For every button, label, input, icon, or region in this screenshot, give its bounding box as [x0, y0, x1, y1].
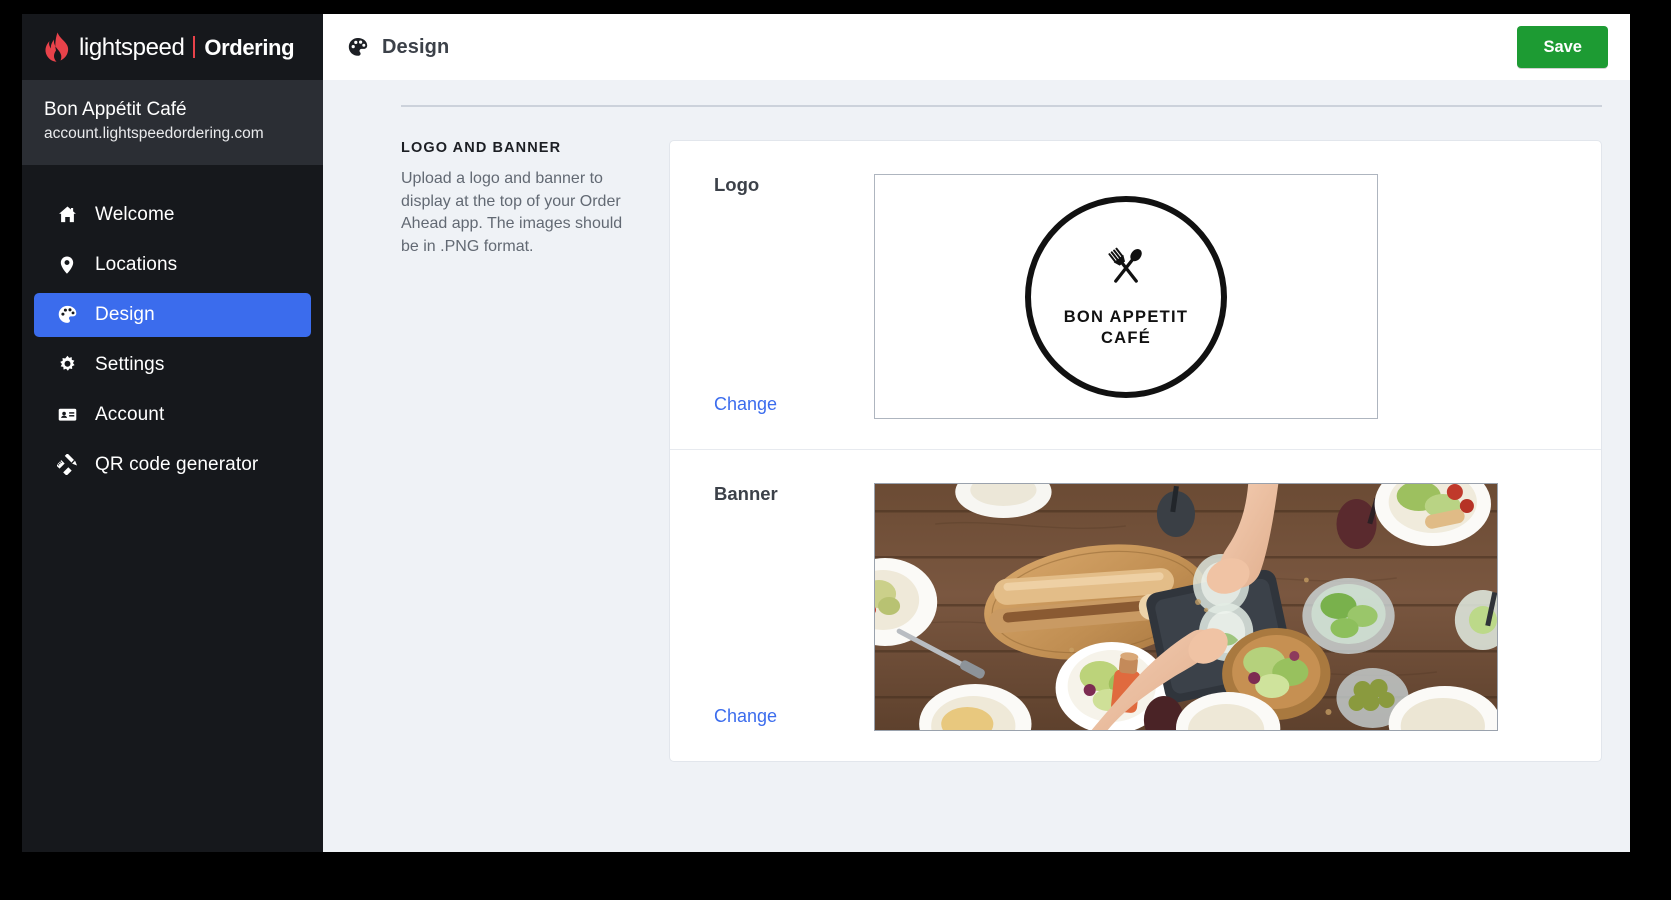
page-title: Design — [382, 35, 450, 58]
map-pin-icon — [56, 254, 78, 276]
logo-text-line-1: BON APPETIT — [1063, 308, 1189, 327]
account-name: Bon Appétit Café — [44, 99, 187, 120]
banner-preview-box[interactable] — [874, 483, 1498, 731]
sidebar-item-account[interactable]: Account — [34, 393, 311, 437]
sidebar-item-qr-code-generator[interactable]: QR code generator — [34, 443, 311, 487]
sidebar-item-label: QR code generator — [95, 453, 259, 475]
palette-icon — [347, 36, 369, 58]
brand-divider — [193, 35, 196, 58]
sidebar-item-locations[interactable]: Locations — [34, 243, 311, 287]
banner-label: Banner — [714, 483, 778, 504]
sidebar-nav: Welcome Locations Design Settings Accoun… — [22, 165, 323, 852]
banner-preview-wrap — [874, 483, 1557, 731]
brand-product: Ordering — [204, 34, 295, 60]
banner-row: Banner Change — [670, 449, 1601, 761]
lightspeed-flame-icon — [44, 32, 70, 62]
ruler-pencil-icon — [56, 454, 78, 476]
change-banner-link[interactable]: Change — [714, 706, 874, 727]
account-block: Bon Appétit Café account.lightspeedorder… — [22, 80, 323, 165]
banner-photo — [875, 484, 1497, 730]
palette-icon — [56, 304, 78, 326]
logo-and-banner-section: LOGO AND BANNER Upload a logo and banner… — [323, 107, 1630, 762]
banner-row-left: Banner Change — [714, 483, 874, 731]
brand-name: lightspeed — [79, 33, 185, 61]
content-scroll-area: LOGO AND BANNER Upload a logo and banner… — [323, 80, 1630, 852]
page-title-group: Design — [347, 36, 449, 59]
save-button[interactable]: Save — [1517, 26, 1608, 68]
main-area: Design Save LOGO AND BANNER Upload a log… — [323, 14, 1630, 852]
sidebar-item-label: Design — [95, 303, 155, 325]
crossed-spoon-fork-icon — [1097, 244, 1155, 297]
section-kicker: LOGO AND BANNER — [401, 140, 562, 156]
logo-image: BON APPETIT CAFÉ — [1025, 195, 1227, 398]
logo-preview-box[interactable]: BON APPETIT CAFÉ — [874, 174, 1378, 419]
gear-icon — [56, 354, 78, 376]
app-window: lightspeed Ordering Bon Appétit Café acc… — [22, 14, 1630, 852]
logo-row: Logo Change BON APPETIT CAFÉ — [670, 141, 1601, 449]
sidebar-item-welcome[interactable]: Welcome — [34, 193, 311, 237]
sidebar-item-label: Welcome — [95, 203, 175, 225]
home-icon — [56, 204, 78, 226]
logo-preview-wrap: BON APPETIT CAFÉ — [874, 174, 1557, 419]
sidebar-item-label: Locations — [95, 253, 178, 275]
logo-text-line-2: CAFÉ — [1100, 329, 1152, 347]
section-description: Upload a logo and banner to display at t… — [401, 170, 623, 256]
sidebar: lightspeed Ordering Bon Appétit Café acc… — [22, 14, 323, 852]
brand-text: lightspeed Ordering — [79, 33, 295, 62]
logo-row-left: Logo Change — [714, 174, 874, 419]
logo-label: Logo — [714, 174, 760, 195]
id-card-icon — [56, 404, 78, 426]
account-domain: account.lightspeedordering.com — [44, 124, 264, 142]
change-logo-link[interactable]: Change — [714, 394, 874, 415]
screenshot-root: lightspeed Ordering Bon Appétit Café acc… — [0, 0, 1671, 900]
sidebar-item-label: Account — [95, 403, 165, 425]
logo-text: BON APPETIT CAFÉ — [1064, 307, 1189, 348]
sidebar-item-design[interactable]: Design — [34, 292, 311, 337]
sidebar-item-settings[interactable]: Settings — [34, 343, 311, 387]
media-card: Logo Change BON APPETIT CAFÉ Banner Chan… — [669, 140, 1602, 762]
top-bar: Design Save — [323, 14, 1630, 80]
section-info: LOGO AND BANNER Upload a logo and banner… — [401, 140, 669, 259]
sidebar-item-label: Settings — [95, 353, 165, 375]
brand-bar: lightspeed Ordering — [22, 14, 323, 80]
